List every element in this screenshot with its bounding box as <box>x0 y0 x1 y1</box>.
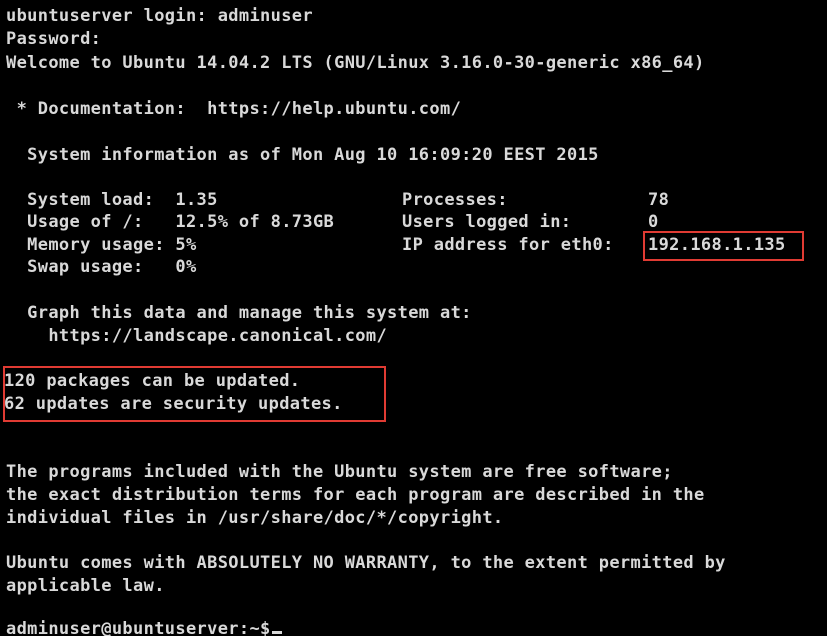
stat-users-label: Users logged in: <box>402 212 572 232</box>
shell-prompt-line[interactable]: adminuser@ubuntuserver:~$ <box>6 618 282 636</box>
updates-highlight-box <box>3 366 386 422</box>
programs-line-3: individual files in /usr/share/doc/*/cop… <box>6 508 504 528</box>
system-info-header: System information as of Mon Aug 10 16:0… <box>6 145 599 165</box>
programs-line-2: the exact distribution terms for each pr… <box>6 485 705 505</box>
login-line: ubuntuserver login: adminuser <box>6 6 313 26</box>
programs-line-1: The programs included with the Ubuntu sy… <box>6 462 673 482</box>
graph-line-2: https://landscape.canonical.com/ <box>6 326 388 346</box>
stat-swap: Swap usage: 0% <box>6 257 197 277</box>
graph-line-1: Graph this data and manage this system a… <box>6 303 472 323</box>
stat-processes-value: 78 <box>648 190 670 210</box>
stat-usage: Usage of /: 12.5% of 8.73GB <box>6 212 335 232</box>
stat-processes-label: Processes: <box>402 190 508 210</box>
welcome-line: Welcome to Ubuntu 14.04.2 LTS (GNU/Linux… <box>6 53 705 73</box>
warranty-line-2: applicable law. <box>6 576 165 596</box>
warranty-line-1: Ubuntu comes with ABSOLUTELY NO WARRANTY… <box>6 553 726 573</box>
documentation-line: * Documentation: https://help.ubuntu.com… <box>6 99 462 119</box>
text-cursor <box>271 631 282 634</box>
terminal-window[interactable]: ubuntuserver login: adminuser Password: … <box>0 0 827 636</box>
stat-memory: Memory usage: 5% <box>6 235 197 255</box>
stat-ip-label: IP address for eth0: <box>402 235 614 255</box>
password-line: Password: <box>6 29 102 49</box>
ip-address-highlight-box <box>643 231 804 261</box>
shell-prompt: adminuser@ubuntuserver:~$ <box>6 619 271 636</box>
stat-system-load: System load: 1.35 <box>6 190 218 210</box>
